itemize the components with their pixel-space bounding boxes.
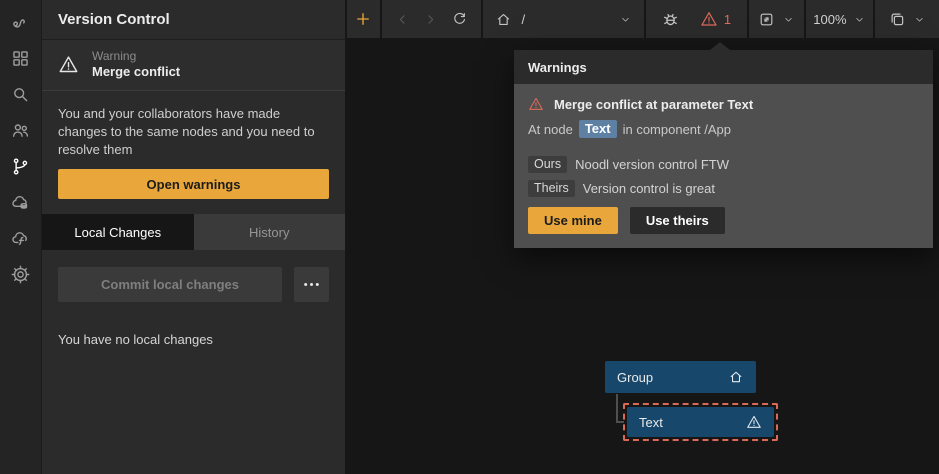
component-path-dropdown[interactable]: / (483, 0, 643, 38)
node-group[interactable]: Group (605, 361, 756, 393)
chevron-down-icon (853, 13, 866, 26)
search-icon[interactable] (0, 76, 42, 112)
noodl-logo-icon[interactable] (0, 4, 42, 40)
chevron-left-icon (395, 12, 410, 27)
warnings-popup: Warnings Merge conflict at parameter Tex… (514, 50, 933, 248)
node-name-badge[interactable]: Text (579, 120, 617, 138)
theirs-row: Theirs Version control is great (528, 180, 919, 197)
warning-count-badge: 1 (724, 12, 731, 27)
popup-title: Warnings (528, 60, 587, 75)
popup-arrow (710, 42, 730, 50)
activity-sidebar (0, 0, 42, 474)
panel-title: Version Control (58, 11, 170, 28)
commit-row: Commit local changes ••• (42, 250, 345, 302)
preview-mode-dropdown[interactable] (749, 0, 804, 38)
node-text[interactable]: Text (627, 407, 774, 437)
ours-badge: Ours (528, 156, 567, 173)
refresh-button[interactable] (451, 11, 468, 28)
open-warnings-button[interactable]: Open warnings (58, 169, 329, 199)
conflict-actions: Use mine Use theirs (528, 207, 919, 234)
warning-triangle-icon (746, 414, 762, 430)
chevron-down-icon (782, 13, 795, 26)
cloud-services-icon[interactable] (0, 184, 42, 220)
home-icon (495, 11, 512, 28)
at-node-suffix: in component /App (623, 122, 731, 137)
warning-triangle-icon (58, 54, 79, 75)
forward-button[interactable] (423, 12, 438, 27)
merge-conflict-banner: Warning Merge conflict (42, 40, 345, 91)
debug-button[interactable] (661, 10, 680, 29)
conflict-title: Merge conflict at parameter Text (554, 97, 753, 112)
node-label: Group (617, 370, 653, 385)
chevron-right-icon (423, 12, 438, 27)
panel-tabs: Local Changes History (42, 214, 345, 250)
more-options-button[interactable]: ••• (294, 267, 329, 302)
zoom-level-value: 100% (813, 12, 846, 27)
popup-body: Merge conflict at parameter Text At node… (514, 84, 933, 248)
no-local-changes-message: You have no local changes (42, 302, 345, 347)
warning-title: Merge conflict (92, 64, 180, 80)
theirs-badge: Theirs (528, 180, 575, 197)
alerts-group: 1 (646, 0, 747, 38)
at-node-prefix: At node (528, 122, 573, 137)
warning-triangle-icon (528, 96, 544, 112)
ours-row: Ours Noodl version control FTW (528, 156, 919, 173)
use-mine-button[interactable]: Use mine (528, 207, 618, 234)
back-button[interactable] (395, 12, 410, 27)
navigation-group (382, 0, 482, 38)
use-theirs-button[interactable]: Use theirs (630, 207, 725, 234)
refresh-icon (451, 11, 468, 28)
bug-icon (661, 10, 680, 29)
theirs-value: Version control is great (583, 181, 715, 196)
ellipsis-icon: ••• (304, 279, 322, 291)
plus-icon (354, 10, 372, 28)
home-icon (728, 369, 744, 385)
components-grid-icon[interactable] (0, 40, 42, 76)
version-control-icon[interactable] (0, 148, 42, 184)
chevron-down-icon (913, 13, 926, 26)
zoom-level-dropdown[interactable]: 100% (806, 0, 874, 38)
add-node-button[interactable] (347, 0, 380, 38)
component-path: / (521, 12, 525, 27)
node-text-conflict-outline: Text (623, 403, 778, 441)
tab-history[interactable]: History (194, 214, 346, 250)
panel-header: Version Control (42, 0, 345, 40)
warnings-indicator-button[interactable]: 1 (700, 10, 731, 28)
warning-triangle-icon (700, 10, 718, 28)
node-label: Text (639, 415, 663, 430)
popup-header: Warnings (514, 50, 933, 84)
collaborators-icon[interactable] (0, 112, 42, 148)
conflict-title-row: Merge conflict at parameter Text (528, 96, 919, 112)
canvas-toolbar: / 1 100% (345, 0, 939, 38)
frames-icon (888, 10, 906, 28)
commit-local-changes-button[interactable]: Commit local changes (58, 267, 282, 302)
conflict-description: You and your collaborators have made cha… (42, 91, 345, 159)
node-connector-vertical (616, 394, 618, 423)
settings-gear-icon[interactable] (0, 256, 42, 292)
viewport-size-dropdown[interactable] (875, 0, 939, 38)
tab-local-changes[interactable]: Local Changes (42, 214, 194, 250)
chevron-down-icon (619, 13, 632, 26)
conflict-location: At node Text in component /App (528, 120, 919, 138)
expand-icon (758, 11, 775, 28)
warning-label: Warning (92, 49, 180, 64)
version-control-panel: Version Control Warning Merge conflict Y… (42, 0, 345, 474)
cloud-functions-icon[interactable] (0, 220, 42, 256)
ours-value: Noodl version control FTW (575, 157, 729, 172)
noodl-editor-window: Version Control Warning Merge conflict Y… (0, 0, 939, 474)
